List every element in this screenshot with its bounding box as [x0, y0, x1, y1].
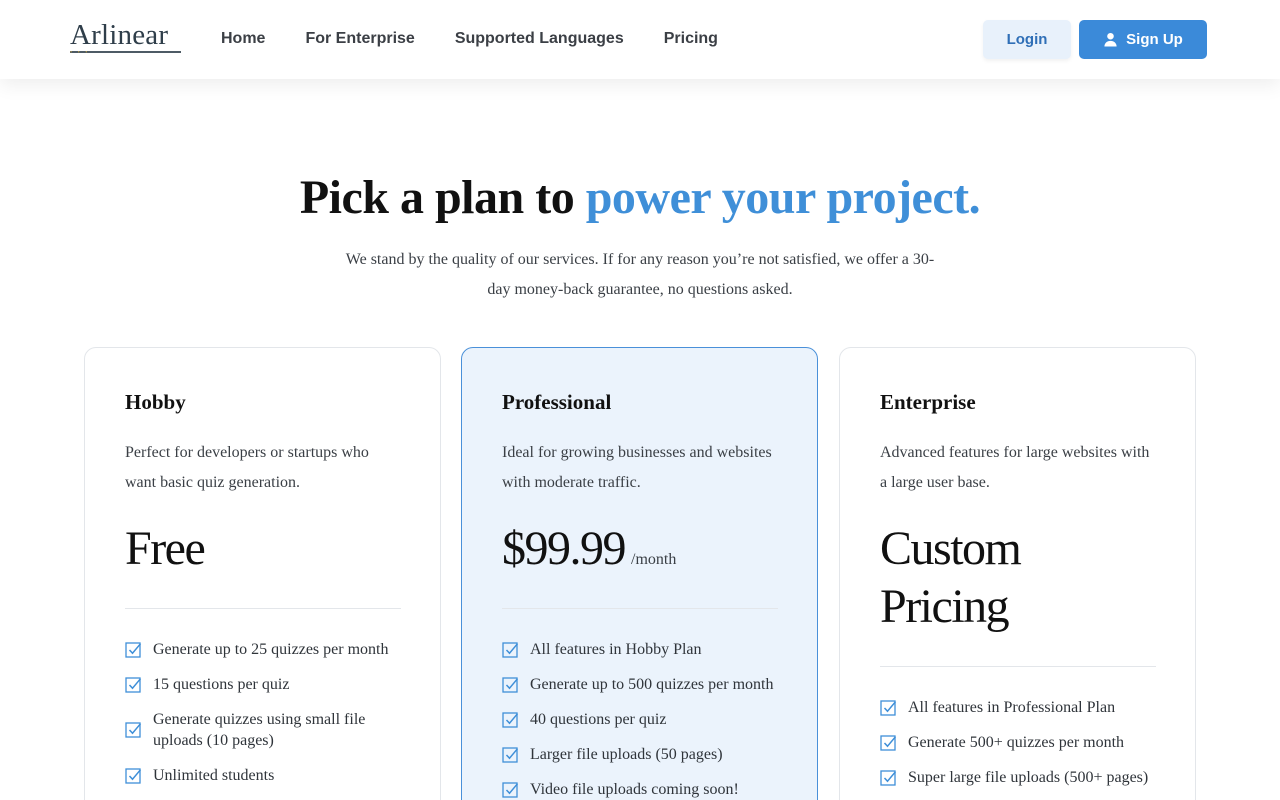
feature-text: All features in Hobby Plan	[530, 641, 702, 658]
title-main: Pick a plan to	[299, 171, 575, 224]
plan-card-professional: Professional Ideal for growing businesse…	[461, 347, 818, 800]
title-accent: power your project.	[585, 171, 981, 224]
price-period: /month	[631, 551, 677, 568]
site-header: Arlinear • • • Home For Enterprise Suppo…	[0, 0, 1280, 79]
feature-text: Generate 500+ quizzes per month	[908, 734, 1125, 751]
checkbox-check-icon	[880, 699, 897, 716]
plan-description: Advanced features for large websites wit…	[880, 444, 1150, 491]
feature-text: All features in Professional Plan	[908, 699, 1116, 716]
feature-list: All features in Professional Plan Genera…	[880, 697, 1156, 788]
plan-name: Hobby	[125, 390, 186, 414]
divider	[880, 666, 1156, 667]
checkbox-check-icon	[502, 676, 519, 693]
divider	[125, 608, 401, 609]
feature-item: Video file uploads coming soon!	[502, 779, 778, 800]
plan-card-hobby: Hobby Perfect for developers or startups…	[84, 347, 441, 800]
logo-dots: • • •	[70, 50, 90, 56]
checkbox-check-icon	[502, 711, 519, 728]
feature-text: Unlimited students	[153, 767, 275, 784]
sign-up-label: Sign Up	[1126, 31, 1183, 48]
price-row: Free	[125, 520, 401, 578]
feature-list: All features in Hobby Plan Generate up t…	[502, 639, 778, 800]
feature-text: Super large file uploads (500+ pages)	[908, 769, 1149, 786]
feature-text: Generate quizzes using small file upload…	[153, 711, 366, 749]
page-title: Pick a plan to power your project.	[0, 170, 1280, 226]
feature-item: 40 questions per quiz	[502, 709, 778, 730]
feature-item: All features in Hobby Plan	[502, 639, 778, 660]
feature-item: Generate quizzes using small file upload…	[125, 709, 401, 751]
plan-name: Enterprise	[880, 390, 976, 414]
checkbox-check-icon	[502, 746, 519, 763]
checkbox-check-icon	[880, 734, 897, 751]
feature-text: 15 questions per quiz	[153, 676, 290, 693]
checkbox-check-icon	[125, 767, 142, 784]
plan-description: Perfect for developers or startups who w…	[125, 444, 369, 491]
checkbox-check-icon	[125, 641, 142, 658]
feature-item: 15 questions per quiz	[125, 674, 401, 695]
price-row: Custom Pricing	[880, 520, 1156, 636]
checkbox-check-icon	[125, 722, 142, 738]
plan-description: Ideal for growing businesses and website…	[502, 444, 772, 491]
divider	[502, 608, 778, 609]
feature-item: Generate up to 500 quizzes per month	[502, 674, 778, 695]
plan-card-enterprise: Enterprise Advanced features for large w…	[839, 347, 1196, 800]
feature-item: Super large file uploads (500+ pages)	[880, 767, 1156, 788]
login-button[interactable]: Login	[983, 20, 1071, 59]
user-icon	[1104, 32, 1117, 47]
nav-home[interactable]: Home	[221, 29, 265, 49]
price-row: $99.99 /month	[502, 520, 778, 578]
checkbox-check-icon	[502, 641, 519, 658]
feature-item: Unlimited students	[125, 765, 401, 786]
feature-text: Larger file uploads (50 pages)	[530, 746, 723, 763]
plan-price: Custom Pricing	[880, 522, 1022, 633]
plan-price: Free	[125, 522, 206, 575]
sign-up-button[interactable]: Sign Up	[1079, 20, 1207, 59]
page-subtitle: We stand by the quality of our services.…	[345, 251, 935, 298]
nav-supported-languages[interactable]: Supported Languages	[455, 29, 624, 49]
checkbox-check-icon	[125, 676, 142, 693]
feature-item: Larger file uploads (50 pages)	[502, 744, 778, 765]
feature-text: Generate up to 500 quizzes per month	[530, 676, 774, 693]
nav-pricing[interactable]: Pricing	[664, 29, 718, 49]
feature-text: Generate up to 25 quizzes per month	[153, 641, 389, 658]
plan-price: $99.99	[502, 522, 627, 575]
feature-item: All features in Professional Plan	[880, 697, 1156, 718]
feature-item: Generate 500+ quizzes per month	[880, 732, 1156, 753]
feature-text: 40 questions per quiz	[530, 711, 667, 728]
checkbox-check-icon	[880, 769, 897, 786]
feature-item: Generate up to 25 quizzes per month	[125, 639, 401, 660]
checkbox-check-icon	[502, 781, 519, 798]
nav-for-enterprise[interactable]: For Enterprise	[305, 29, 414, 49]
logo[interactable]: Arlinear	[70, 18, 168, 52]
feature-list: Generate up to 25 quizzes per month 15 q…	[125, 639, 401, 786]
feature-text: Video file uploads coming soon!	[530, 781, 739, 798]
main-nav: Home For Enterprise Supported Languages …	[221, 29, 718, 49]
plan-name: Professional	[502, 390, 612, 414]
